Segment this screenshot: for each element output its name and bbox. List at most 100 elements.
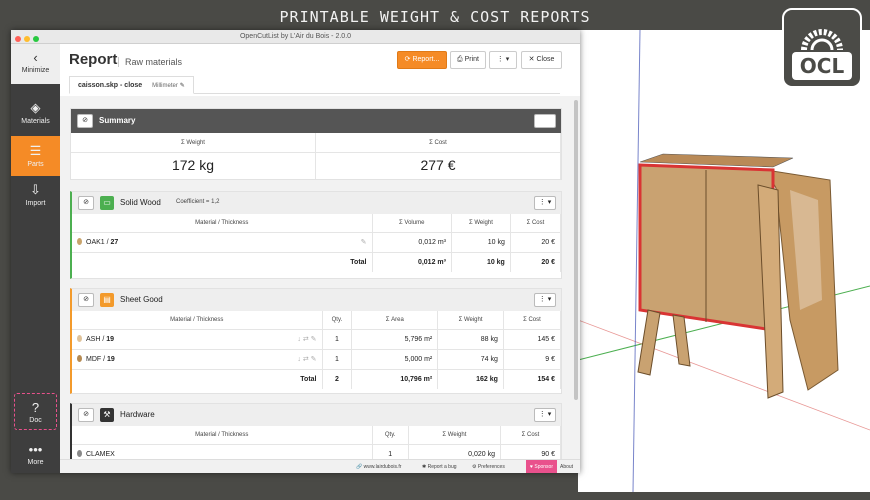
sheet-good-icon: ▤ [100,293,114,307]
chevron-left-icon: ‹ [33,50,38,65]
hammer-icon: ⚒ [100,408,114,422]
banner-title: PRINTABLE WEIGHT & COST REPORTS [279,8,591,26]
table-row[interactable]: OAK1 / 27 ✎ 0,012 m³ 10 kg 20 € [72,232,562,253]
hardware-section: ⊘ ⚒ Hardware ⋮ ▾ Material / Thickness Qt… [70,403,562,459]
hardware-header: ⊘ ⚒ Hardware ⋮ ▾ [72,404,561,426]
report-bug-link[interactable]: ✱ Report a bug [422,460,457,473]
main-content: Report Raw materials ⟳ Report... ⎙ Print… [60,44,580,459]
solid-wood-header: ⊘ ▭ Solid Wood Coefficient = 1,2 ⋮ ▾ [72,192,561,214]
file-tabs: caisson.skp - close Millimeter ✎ [69,76,560,94]
window-titlebar: OpenCutList by L'Air du Bois - 2.0.0 [11,30,580,44]
unit-label: Millimeter [152,83,178,89]
scrollbar[interactable] [574,100,578,400]
page-title: Report [69,51,118,68]
minimize-button[interactable]: ‹ Minimize [11,44,60,84]
summary-menu-button[interactable]: ⋮ ▾ [534,114,556,128]
import-icon: ⇩ [30,182,41,197]
more-dots-icon: ••• [28,442,43,457]
eye-slash-icon[interactable]: ⊘ [77,114,93,128]
row-actions-icon[interactable]: ↓ ⇄ ✎ [297,355,316,363]
eye-slash-icon[interactable]: ⊘ [78,408,94,422]
table-row[interactable]: MDF / 19 ↓ ⇄ ✎ 1 5,000 m² 74 kg 9 € [72,349,562,370]
solid-wood-icon: ▭ [100,196,114,210]
sheet-good-menu-button[interactable]: ⋮ ▾ [534,293,556,307]
zoom-window-icon[interactable] [33,36,39,42]
sidebar: ‹ Minimize ◈ Materials ☰ Parts ⇩ Import … [11,44,60,473]
material-color-icon [77,355,82,362]
window-title: OpenCutList by L'Air du Bois - 2.0.0 [239,33,352,40]
sidebar-item-parts[interactable]: ☰ Parts [11,136,60,176]
total-weight: 172 kg [71,153,316,179]
total-row: Total 0,012 m³ 10 kg 20 € [72,252,562,272]
minimize-label: Minimize [21,67,50,74]
hardware-menu-button[interactable]: ⋮ ▾ [534,408,556,422]
about-link[interactable]: About [560,460,573,473]
sidebar-item-label: Doc [29,417,42,424]
solid-wood-title: Solid Wood [120,198,161,207]
sidebar-item-label: Parts [27,161,44,168]
summary-section: ⊘ Summary ⋮ ▾ Σ Weight Σ Cost 172 kg 277… [70,108,562,180]
site-link[interactable]: 🔗 www.lairdubois.fr [356,460,401,473]
sponsor-button[interactable]: ♥ Sponsor [526,460,557,473]
material-color-icon [77,335,82,342]
solid-wood-menu-button[interactable]: ⋮ ▾ [534,196,556,210]
help-icon: ? [31,400,40,415]
materials-icon: ◈ [30,100,41,115]
solid-wood-section: ⊘ ▭ Solid Wood Coefficient = 1,2 ⋮ ▾ Mat… [70,191,562,279]
sheet-good-section: ⊘ ▤ Sheet Good ⋮ ▾ Material / Thickness … [70,288,562,394]
solid-wood-table: Material / Thickness Σ Volume Σ Weight Σ… [72,214,562,272]
summary-header: ⊘ Summary ⋮ ▾ [71,109,561,133]
sketchup-viewport[interactable] [578,30,870,492]
weight-label: Σ Weight [71,133,316,153]
sheet-good-table: Material / Thickness Qty. Σ Area Σ Weigh… [72,311,562,389]
parts-icon: ☰ [29,143,42,158]
report-scroll-area[interactable]: ⊘ Summary ⋮ ▾ Σ Weight Σ Cost 172 kg 277… [60,96,580,459]
sheet-good-title: Sheet Good [120,295,163,304]
sidebar-item-label: Import [25,200,46,207]
more-menu-button[interactable]: ⋮ ▾ [489,51,517,69]
report-header: Report Raw materials ⟳ Report... ⎙ Print… [60,44,580,76]
menu-dots-icon: ⋮ ▾ [496,56,510,63]
cabinet-model [578,30,870,492]
summary-values: 172 kg 277 € [71,153,561,179]
sidebar-item-doc[interactable]: ? Doc [14,393,57,430]
sidebar-item-label: More [27,459,44,466]
ocl-logo: OCL [782,8,862,88]
cost-label: Σ Cost [316,133,561,153]
sidebar-item-materials[interactable]: ◈ Materials [11,96,60,132]
report-button[interactable]: ⟳ Report... [397,51,447,69]
sheet-good-header: ⊘ ▤ Sheet Good ⋮ ▾ [72,289,561,311]
saw-blade-icon [801,29,843,51]
summary-title: Summary [99,116,136,125]
table-row[interactable]: CLAMEX 1 0,020 kg 90 € [72,444,561,459]
summary-labels: Σ Weight Σ Cost [71,133,561,153]
total-cost: 277 € [316,153,561,179]
row-actions-icon[interactable]: ↓ ⇄ ✎ [297,335,316,343]
sidebar-item-import[interactable]: ⇩ Import [11,178,60,214]
table-row[interactable]: ASH / 19 ↓ ⇄ ✎ 1 5,796 m² 88 kg 145 € [72,329,562,350]
total-row: Total 2 10,796 m² 162 kg 154 € [72,369,562,389]
hardware-table: Material / Thickness Qty. Σ Weight Σ Cos… [72,426,561,459]
link-icon: 🔗 [356,464,364,470]
eye-slash-icon[interactable]: ⊘ [78,293,94,307]
page-subtitle: Raw materials [118,57,182,67]
material-color-icon [77,450,82,457]
sidebar-item-more[interactable]: ••• More [11,438,60,472]
close-button[interactable]: ✕ Close [521,51,562,69]
pencil-icon[interactable]: ✎ [180,83,185,89]
logo-text: OCL [792,52,852,80]
print-button[interactable]: ⎙ Print [450,51,486,69]
close-window-icon[interactable] [15,36,21,42]
opencutlist-window: OpenCutList by L'Air du Bois - 2.0.0 ‹ M… [11,30,580,473]
eye-slash-icon[interactable]: ⊘ [78,196,94,210]
hardware-title: Hardware [120,410,155,419]
edit-icon[interactable]: ✎ [361,238,367,246]
preferences-link[interactable]: ⚙ Preferences [472,460,505,473]
print-icon: ⎙ [457,56,465,63]
tab-file[interactable]: caisson.skp - close Millimeter ✎ [69,76,194,94]
coefficient-label: Coefficient = 1,2 [176,199,220,205]
minimize-window-icon[interactable] [24,36,30,42]
footer-bar: 🔗 www.lairdubois.fr ✱ Report a bug ⚙ Pre… [60,459,580,473]
sidebar-item-label: Materials [21,118,50,125]
material-color-icon [77,238,82,245]
